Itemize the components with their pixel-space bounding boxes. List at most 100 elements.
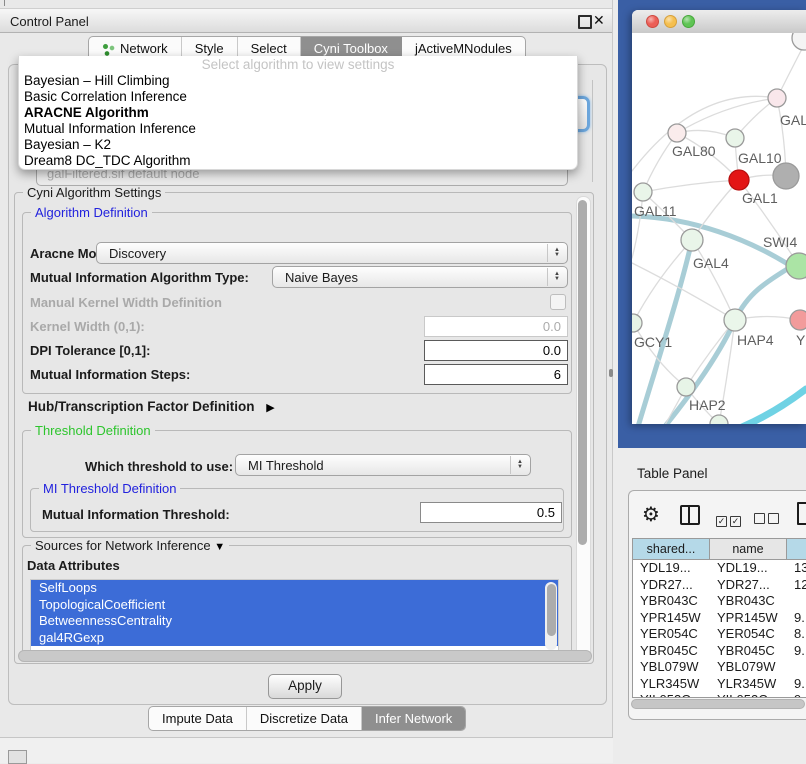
select-all-checks-icon[interactable]: ✓✓ xyxy=(716,512,744,527)
attribute-item[interactable]: SelfLoops xyxy=(31,580,558,597)
algorithm-item[interactable]: Basic Correlation Inference xyxy=(19,89,577,105)
sources-group-title[interactable]: Sources for Network Inference ▼ xyxy=(31,538,229,553)
attribute-item[interactable]: TopologicalCoefficient xyxy=(31,597,558,614)
node-label: GCY1 xyxy=(634,334,672,350)
float-window-icon[interactable] xyxy=(578,15,592,29)
node-label: GAL2 xyxy=(780,112,806,128)
network-node-gcy1[interactable] xyxy=(632,314,642,332)
document-icon[interactable] xyxy=(797,502,806,525)
close-icon[interactable]: ✕ xyxy=(593,12,605,29)
algorithm-item[interactable]: Bayesian – Hill Climbing xyxy=(19,73,577,89)
node-label: GAL80 xyxy=(672,143,716,159)
table-cell: YBR043C xyxy=(710,593,787,610)
network-edge-thin[interactable] xyxy=(643,133,677,192)
table-row[interactable]: YPR145WYPR145W9. xyxy=(633,610,806,627)
gear-icon[interactable]: ⚙ xyxy=(642,504,660,524)
minimize-button[interactable] xyxy=(664,15,677,28)
deselect-all-checks-icon[interactable] xyxy=(754,512,782,527)
mi-threshold-group-title: MI Threshold Definition xyxy=(39,481,180,496)
data-attributes-list[interactable]: SelfLoopsTopologicalCoefficientBetweenne… xyxy=(30,579,559,654)
network-node-hap2[interactable] xyxy=(677,378,695,396)
network-node-swi4[interactable] xyxy=(786,253,806,279)
network-edge-thin[interactable] xyxy=(643,180,739,192)
mi-steps-label: Mutual Information Steps: xyxy=(30,367,190,382)
table-row[interactable]: YIL052CYIL052C9. xyxy=(633,692,806,698)
algorithm-list: Bayesian – Hill ClimbingBasic Correlatio… xyxy=(19,73,577,169)
column-header[interactable]: A xyxy=(787,539,806,560)
network-node-gal1[interactable] xyxy=(729,170,749,190)
algorithm-item[interactable]: Dream8 DC_TDC Algorithm xyxy=(19,153,577,169)
stepper-icon[interactable]: ▲▼ xyxy=(547,244,566,262)
mi-steps-input[interactable] xyxy=(424,364,568,385)
network-node[interactable] xyxy=(710,415,728,424)
table-cell: 9. xyxy=(787,692,806,698)
table-row[interactable]: YBL079WYBL079W xyxy=(633,659,806,676)
dpi-tolerance-input[interactable] xyxy=(424,340,568,361)
table-row[interactable]: YLR345WYLR345W9. xyxy=(633,676,806,693)
network-edge-teal[interactable] xyxy=(662,258,806,424)
settings-vscrollbar[interactable] xyxy=(576,196,591,658)
attr-list-vscrollbar-thumb[interactable] xyxy=(547,584,556,636)
aracne-mode-combobox[interactable]: Discovery ▲▼ xyxy=(96,242,568,264)
algorithm-item[interactable]: Mutual Information Inference xyxy=(19,121,577,137)
network-edge-thin[interactable] xyxy=(692,240,735,320)
network-node-gal11[interactable] xyxy=(634,183,652,201)
network-node-y[interactable] xyxy=(790,310,806,330)
table-hscrollbar[interactable] xyxy=(631,699,805,709)
attribute-table[interactable]: shared...nameAYDL19...YDL19...13YDR27...… xyxy=(632,538,806,698)
node-label: GAL10 xyxy=(738,150,782,166)
network-node-hap4[interactable] xyxy=(724,309,746,331)
settings-vscrollbar-thumb[interactable] xyxy=(578,200,587,545)
mi-threshold-input[interactable] xyxy=(420,502,562,523)
mi-type-combobox[interactable]: Naive Bayes ▲▼ xyxy=(272,266,568,288)
table-cell: YER054C xyxy=(710,626,787,643)
tab-discretize-data[interactable]: Discretize Data xyxy=(247,707,362,730)
table-cell xyxy=(787,659,806,676)
network-edge-thin[interactable] xyxy=(686,320,735,387)
network-node-gal4[interactable] xyxy=(681,229,703,251)
network-node-gal80[interactable] xyxy=(668,124,686,142)
network-window-titlebar[interactable] xyxy=(632,10,806,34)
table-row[interactable]: YBR045CYBR045C9. xyxy=(633,643,806,660)
kernel-width-input[interactable] xyxy=(424,316,568,337)
which-threshold-combobox[interactable]: MI Threshold ▲▼ xyxy=(235,454,531,476)
algorithm-item[interactable]: Bayesian – K2 xyxy=(19,137,577,153)
stepper-icon[interactable]: ▲▼ xyxy=(547,268,566,286)
network-node[interactable] xyxy=(792,33,806,50)
network-edge-cyan[interactable] xyxy=(735,389,806,424)
hub-definition-toggle[interactable]: Hub/Transcription Factor Definition ▶ xyxy=(28,399,275,414)
table-row[interactable]: YDR27...YDR27...12 xyxy=(633,577,806,594)
manual-kernel-checkbox[interactable] xyxy=(550,294,566,310)
network-node-gal10[interactable] xyxy=(726,129,744,147)
attr-list-vscrollbar[interactable] xyxy=(545,582,557,650)
dpi-tolerance-label: DPI Tolerance [0,1]: xyxy=(30,343,150,358)
column-header[interactable]: name xyxy=(710,539,787,560)
tab-impute-data[interactable]: Impute Data xyxy=(149,707,247,730)
control-panel-title: Control Panel xyxy=(10,14,89,29)
close-button[interactable] xyxy=(646,15,659,28)
node-label: GAL11 xyxy=(634,203,677,219)
settings-hscrollbar[interactable] xyxy=(18,650,592,662)
network-edge-teal[interactable] xyxy=(637,240,692,424)
attribute-item[interactable]: gal4RGexp xyxy=(31,630,558,647)
stepper-icon[interactable]: ▲▼ xyxy=(510,456,529,474)
network-edge-thin[interactable] xyxy=(632,192,643,258)
column-header[interactable]: shared... xyxy=(633,539,710,560)
zoom-button[interactable] xyxy=(682,15,695,28)
algorithm-item[interactable]: ARACNE Algorithm xyxy=(19,105,577,121)
network-node-gal2[interactable] xyxy=(768,89,786,107)
tab-infer-network[interactable]: Infer Network xyxy=(362,707,465,730)
network-node[interactable] xyxy=(773,163,799,189)
split-columns-icon[interactable] xyxy=(680,505,700,525)
tab-label: Impute Data xyxy=(162,707,233,731)
panel-divider-handle[interactable] xyxy=(609,369,613,377)
table-row[interactable]: YER054CYER054C8. xyxy=(633,626,806,643)
attribute-item[interactable]: BetweennessCentrality xyxy=(31,613,558,630)
table-cell: YDR27... xyxy=(710,577,787,594)
table-cell: YDR27... xyxy=(633,577,710,594)
table-row[interactable]: YDL19...YDL19...13 xyxy=(633,560,806,577)
table-row[interactable]: YBR043CYBR043C xyxy=(633,593,806,610)
table-cell: 13 xyxy=(787,560,806,577)
apply-button[interactable]: Apply xyxy=(268,674,342,699)
network-canvas[interactable]: GAL2GAL80GAL10GAL1GAL11SWI4GAL4GCY1HAP4Y… xyxy=(632,33,806,424)
